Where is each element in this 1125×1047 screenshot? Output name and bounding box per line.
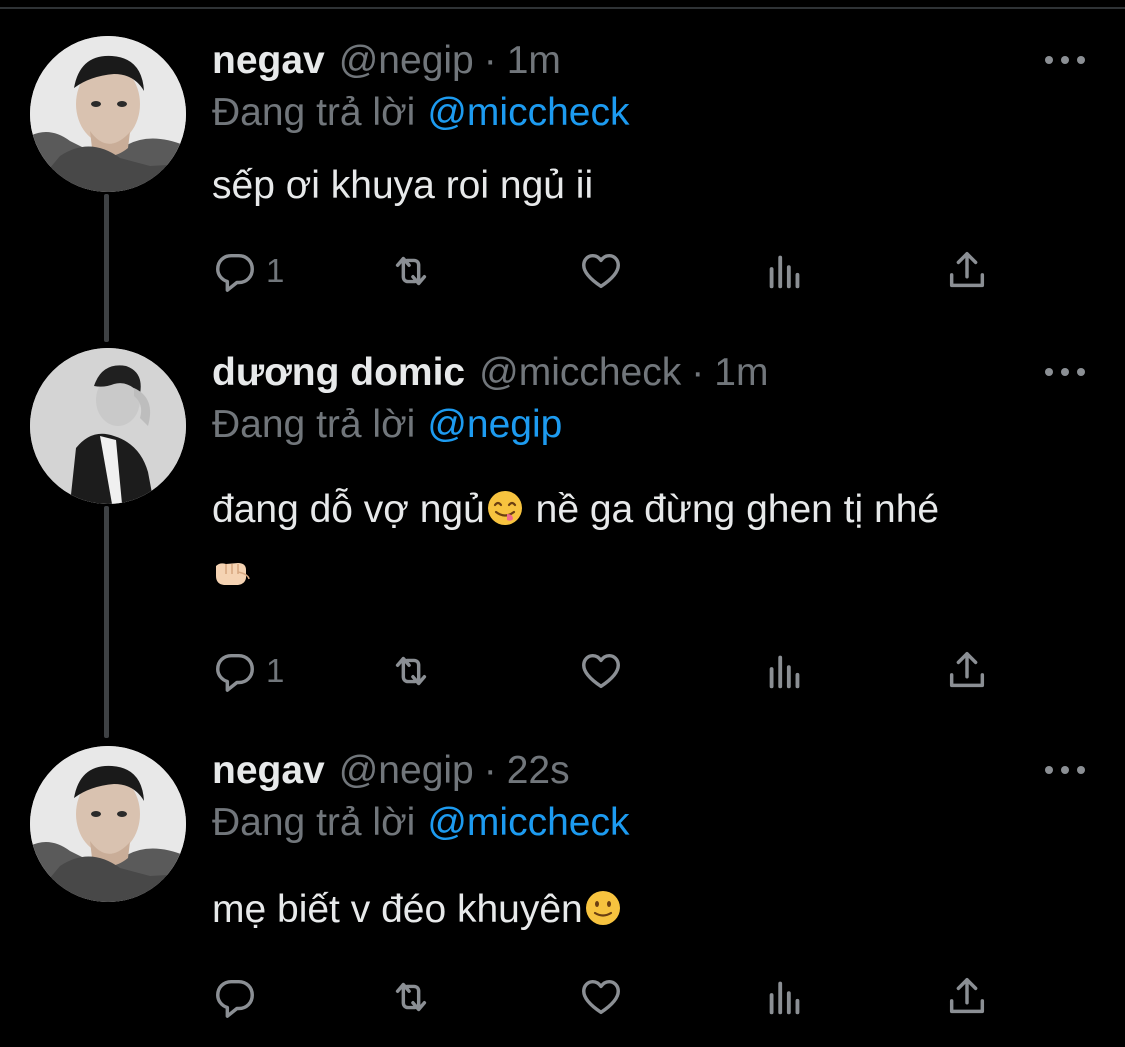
reply-button[interactable]: 1 bbox=[212, 646, 284, 696]
share-icon bbox=[949, 978, 985, 1014]
timestamp[interactable]: 1m bbox=[507, 36, 561, 86]
mention-link[interactable]: @miccheck bbox=[427, 91, 629, 134]
tweet-text-part: nề ga đừng ghen tị nhé bbox=[524, 488, 940, 531]
tweet-text: đang dỗ vợ ngủ nề ga đừng ghen tị nhé bbox=[212, 478, 939, 606]
face-savoring-food-emoji bbox=[487, 491, 522, 525]
tweet-text-part: đang dỗ vợ ngủ bbox=[212, 488, 485, 531]
like-icon bbox=[582, 253, 620, 289]
share-icon bbox=[949, 652, 985, 688]
share-button[interactable] bbox=[944, 646, 990, 696]
separator-dot: · bbox=[691, 351, 705, 394]
reply-count: 1 bbox=[266, 252, 285, 289]
separator-dot: · bbox=[483, 749, 497, 792]
more-icon[interactable] bbox=[1045, 758, 1085, 782]
replying-to-label: Đang trả lời bbox=[212, 91, 416, 134]
more-icon[interactable] bbox=[1045, 48, 1085, 72]
tweet-actions: 1 bbox=[212, 246, 1002, 296]
tweet-actions bbox=[212, 972, 1002, 1022]
mention-link[interactable]: @negip bbox=[427, 403, 562, 446]
like-button[interactable] bbox=[578, 246, 624, 296]
top-divider bbox=[0, 0, 1125, 9]
user-handle[interactable]: @negip bbox=[339, 36, 474, 86]
share-button[interactable] bbox=[944, 246, 990, 296]
like-icon bbox=[582, 653, 620, 689]
tweet-header: negav @negip · 1m bbox=[212, 36, 561, 86]
user-handle[interactable]: @miccheck bbox=[479, 348, 681, 398]
tweet-text-line: mẹ biết v đéo khuyên bbox=[212, 888, 583, 931]
retweet-icon bbox=[395, 256, 427, 286]
like-icon bbox=[582, 979, 620, 1015]
reply-count: 1 bbox=[266, 652, 285, 689]
replying-to-label: Đang trả lời bbox=[212, 801, 416, 844]
views-icon bbox=[769, 655, 800, 689]
reply-icon bbox=[216, 253, 254, 292]
tweet-actions: 1 bbox=[212, 646, 1002, 696]
retweet-button[interactable] bbox=[388, 972, 434, 1022]
tweet[interactable]: negav @negip · 22s Đang trả lời @miccheck… bbox=[0, 746, 1125, 1036]
separator-dot: · bbox=[483, 39, 497, 82]
views-button[interactable] bbox=[762, 646, 808, 696]
tweet-text: sếp ơi khuya roi ngủ ii bbox=[212, 154, 593, 218]
views-icon bbox=[769, 255, 800, 289]
views-button[interactable] bbox=[762, 246, 808, 296]
share-icon bbox=[949, 252, 985, 288]
slightly-smiling-face-emoji bbox=[585, 891, 620, 925]
reply-icon bbox=[216, 979, 254, 1018]
avatar[interactable] bbox=[30, 36, 186, 192]
display-name[interactable]: negav bbox=[212, 36, 325, 86]
more-icon[interactable] bbox=[1045, 360, 1085, 384]
avatar[interactable] bbox=[30, 348, 186, 504]
reply-button[interactable] bbox=[212, 972, 266, 1022]
tweet[interactable]: negav @negip · 1m Đang trả lời @miccheck … bbox=[0, 36, 1125, 326]
fist-pointing-emoji bbox=[216, 563, 250, 585]
share-button[interactable] bbox=[944, 972, 990, 1022]
views-icon bbox=[769, 981, 800, 1015]
views-button[interactable] bbox=[762, 972, 808, 1022]
negav-avatar-image bbox=[30, 746, 186, 902]
mention-link[interactable]: @miccheck bbox=[427, 801, 629, 844]
negav-avatar-image bbox=[30, 36, 186, 192]
timestamp[interactable]: 22s bbox=[507, 746, 570, 796]
replying-to: Đang trả lời @negip bbox=[212, 400, 562, 450]
retweet-icon bbox=[395, 982, 427, 1012]
replying-to: Đang trả lời @miccheck bbox=[212, 798, 629, 848]
retweet-button[interactable] bbox=[388, 646, 434, 696]
tweet-header: dương domic @miccheck · 1m bbox=[212, 348, 768, 398]
tweet-header: negav @negip · 22s bbox=[212, 746, 570, 796]
retweet-button[interactable] bbox=[388, 246, 434, 296]
avatar[interactable] bbox=[30, 746, 186, 902]
domic-avatar-image bbox=[30, 348, 186, 504]
tweet-text-line: sếp ơi khuya roi ngủ ii bbox=[212, 164, 594, 207]
tweet-text: mẹ biết v đéo khuyên bbox=[212, 878, 623, 942]
user-handle[interactable]: @negip bbox=[339, 746, 474, 796]
replying-to: Đang trả lời @miccheck bbox=[212, 88, 629, 138]
display-name[interactable]: negav bbox=[212, 746, 325, 796]
retweet-icon bbox=[395, 656, 427, 686]
replying-to-label: Đang trả lời bbox=[212, 403, 416, 446]
reply-icon bbox=[216, 653, 254, 692]
like-button[interactable] bbox=[578, 972, 624, 1022]
tweet[interactable]: dương domic @miccheck · 1m Đang trả lời @… bbox=[0, 348, 1125, 728]
timestamp[interactable]: 1m bbox=[714, 348, 768, 398]
display-name[interactable]: dương domic bbox=[212, 348, 465, 398]
reply-button[interactable]: 1 bbox=[212, 246, 284, 296]
like-button[interactable] bbox=[578, 646, 624, 696]
